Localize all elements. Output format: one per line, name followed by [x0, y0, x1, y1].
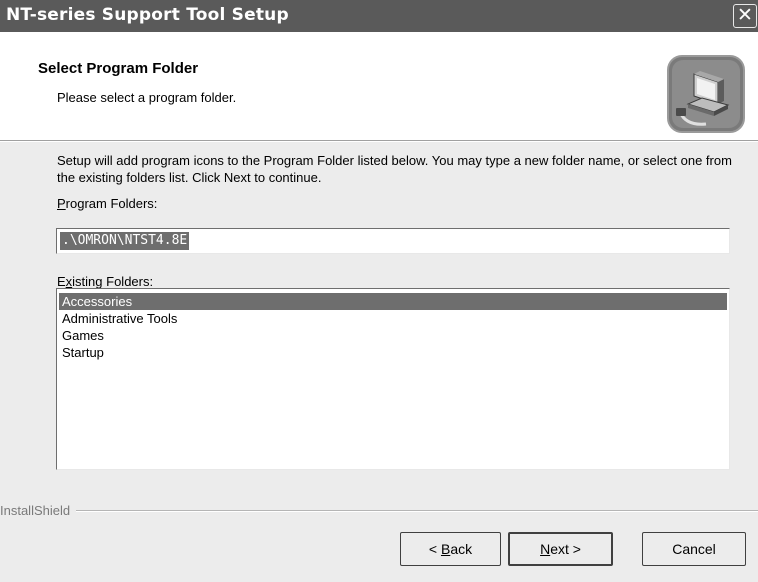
close-button[interactable]: ✕	[733, 4, 757, 28]
program-folders-label: Program Folders:	[57, 195, 157, 212]
page-title: Select Program Folder	[38, 60, 199, 77]
existing-folders-label-text: isting Folders:	[72, 274, 154, 289]
header-divider	[0, 140, 758, 142]
back-button-mnemonic: B	[440, 541, 451, 557]
next-button-text: ext >	[550, 541, 581, 557]
footer-divider	[0, 510, 758, 512]
window-title: NT-series Support Tool Setup	[6, 5, 289, 25]
list-item[interactable]: Accessories	[59, 293, 727, 310]
dialog-header: Select Program Folder Please select a pr…	[0, 32, 758, 140]
installer-computer-icon	[667, 55, 745, 133]
page-subtitle: Please select a program folder.	[57, 90, 237, 105]
next-button-mnemonic: N	[540, 541, 551, 557]
program-folder-value: .\OMRON\NTST4.8E	[60, 232, 190, 250]
back-button-prefix: <	[428, 541, 441, 557]
back-button-text: ack	[450, 541, 473, 557]
back-button[interactable]: < Back	[400, 532, 501, 566]
instructions-text: Setup will add program icons to the Prog…	[57, 153, 732, 185]
program-folder-input[interactable]: .\OMRON\NTST4.8E	[56, 228, 730, 254]
list-item[interactable]: Administrative Tools	[59, 310, 727, 327]
list-item[interactable]: Games	[59, 327, 727, 344]
next-button[interactable]: Next >	[508, 532, 613, 566]
title-bar[interactable]: NT-series Support Tool Setup ✕	[0, 0, 758, 32]
cancel-button[interactable]: Cancel	[642, 532, 746, 566]
installshield-brand: InstallShield	[0, 503, 77, 518]
list-item[interactable]: Startup	[59, 344, 727, 361]
program-folders-label-text: rogram Folders:	[65, 196, 158, 211]
close-icon: ✕	[737, 5, 753, 26]
program-folders-label-mnemonic: P	[57, 196, 66, 211]
setup-dialog: NT-series Support Tool Setup ✕ Select Pr…	[0, 0, 758, 582]
existing-folders-list[interactable]: Accessories Administrative Tools Games S…	[56, 288, 730, 470]
existing-folders-label-prefix: E	[57, 274, 66, 289]
